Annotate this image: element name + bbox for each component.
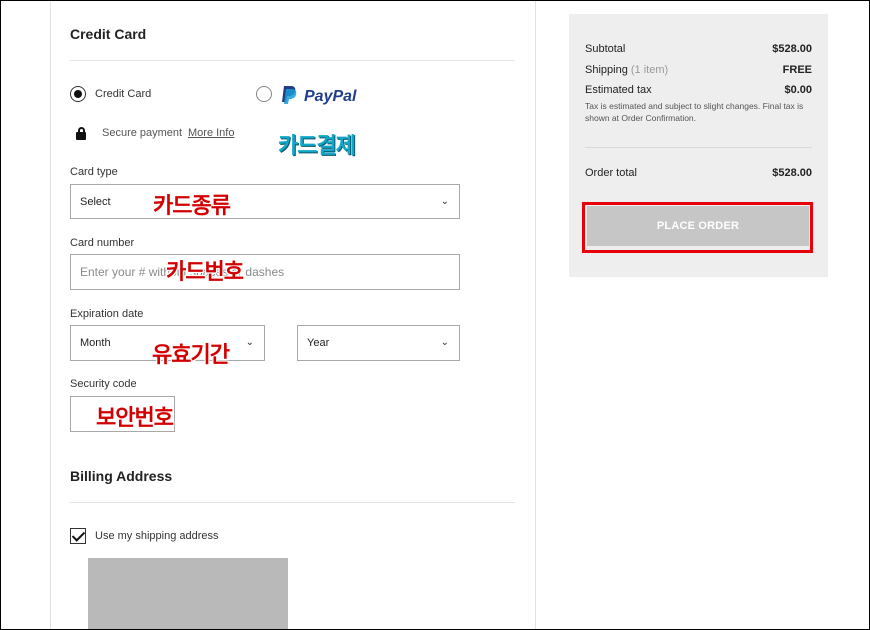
divider [70, 60, 515, 61]
shipping-row: Shipping (1 item) FREE [585, 64, 812, 76]
month-value: Month [80, 337, 111, 349]
chevron-down-icon: ⌄ [245, 336, 254, 348]
order-total-label: Order total [585, 167, 637, 179]
security-code-label: Security code [70, 378, 137, 390]
more-info-link[interactable]: More Info [188, 127, 234, 139]
expiration-label: Expiration date [70, 308, 144, 320]
subtotal-label: Subtotal [585, 43, 626, 55]
shipping-value: FREE [782, 64, 812, 76]
credit-card-option-label[interactable]: Credit Card [95, 88, 151, 100]
paypal-logo-icon [282, 86, 297, 104]
card-number-label: Card number [70, 237, 135, 249]
left-divider [50, 0, 51, 630]
secure-payment-text: Secure payment [102, 127, 183, 139]
address-placeholder-block [88, 558, 288, 630]
order-total-value: $528.00 [772, 167, 812, 179]
security-code-input[interactable] [70, 396, 175, 432]
chevron-down-icon: ⌄ [440, 195, 449, 207]
tax-note: Tax is estimated and subject to slight c… [585, 101, 804, 123]
year-value: Year [307, 337, 330, 349]
year-select[interactable]: Year ⌄ [297, 325, 460, 361]
tax-value: $0.00 [784, 84, 812, 96]
month-select[interactable]: Month ⌄ [70, 325, 265, 361]
card-type-label: Card type [70, 166, 118, 178]
use-shipping-label[interactable]: Use my shipping address [95, 530, 219, 542]
center-divider [535, 0, 536, 630]
card-number-input[interactable] [70, 254, 460, 290]
divider [70, 502, 515, 503]
credit-card-title: Credit Card [70, 26, 147, 42]
card-type-select[interactable]: Select ⌄ [70, 184, 460, 219]
lock-icon [76, 127, 86, 140]
billing-address-title: Billing Address [70, 468, 173, 484]
summary-divider [585, 147, 812, 148]
annotation-card-payment: 카드결제 [278, 134, 356, 159]
subtotal-row: Subtotal $528.00 [585, 43, 812, 55]
paypal-wordmark[interactable]: PayPal [304, 88, 356, 106]
tax-row: Estimated tax $0.00 [585, 84, 812, 96]
shipping-label: Shipping [585, 64, 628, 76]
shipping-count: (1 item) [630, 64, 669, 76]
card-type-value: Select [80, 195, 111, 208]
use-shipping-checkbox[interactable] [70, 528, 86, 544]
subtotal-value: $528.00 [772, 43, 812, 55]
place-order-button[interactable]: PLACE ORDER [587, 206, 809, 246]
chevron-down-icon: ⌄ [440, 336, 449, 348]
order-total-row: Order total $528.00 [585, 167, 812, 179]
paypal-radio[interactable] [256, 86, 272, 102]
tax-label: Estimated tax [585, 84, 652, 96]
credit-card-radio[interactable] [70, 86, 86, 102]
